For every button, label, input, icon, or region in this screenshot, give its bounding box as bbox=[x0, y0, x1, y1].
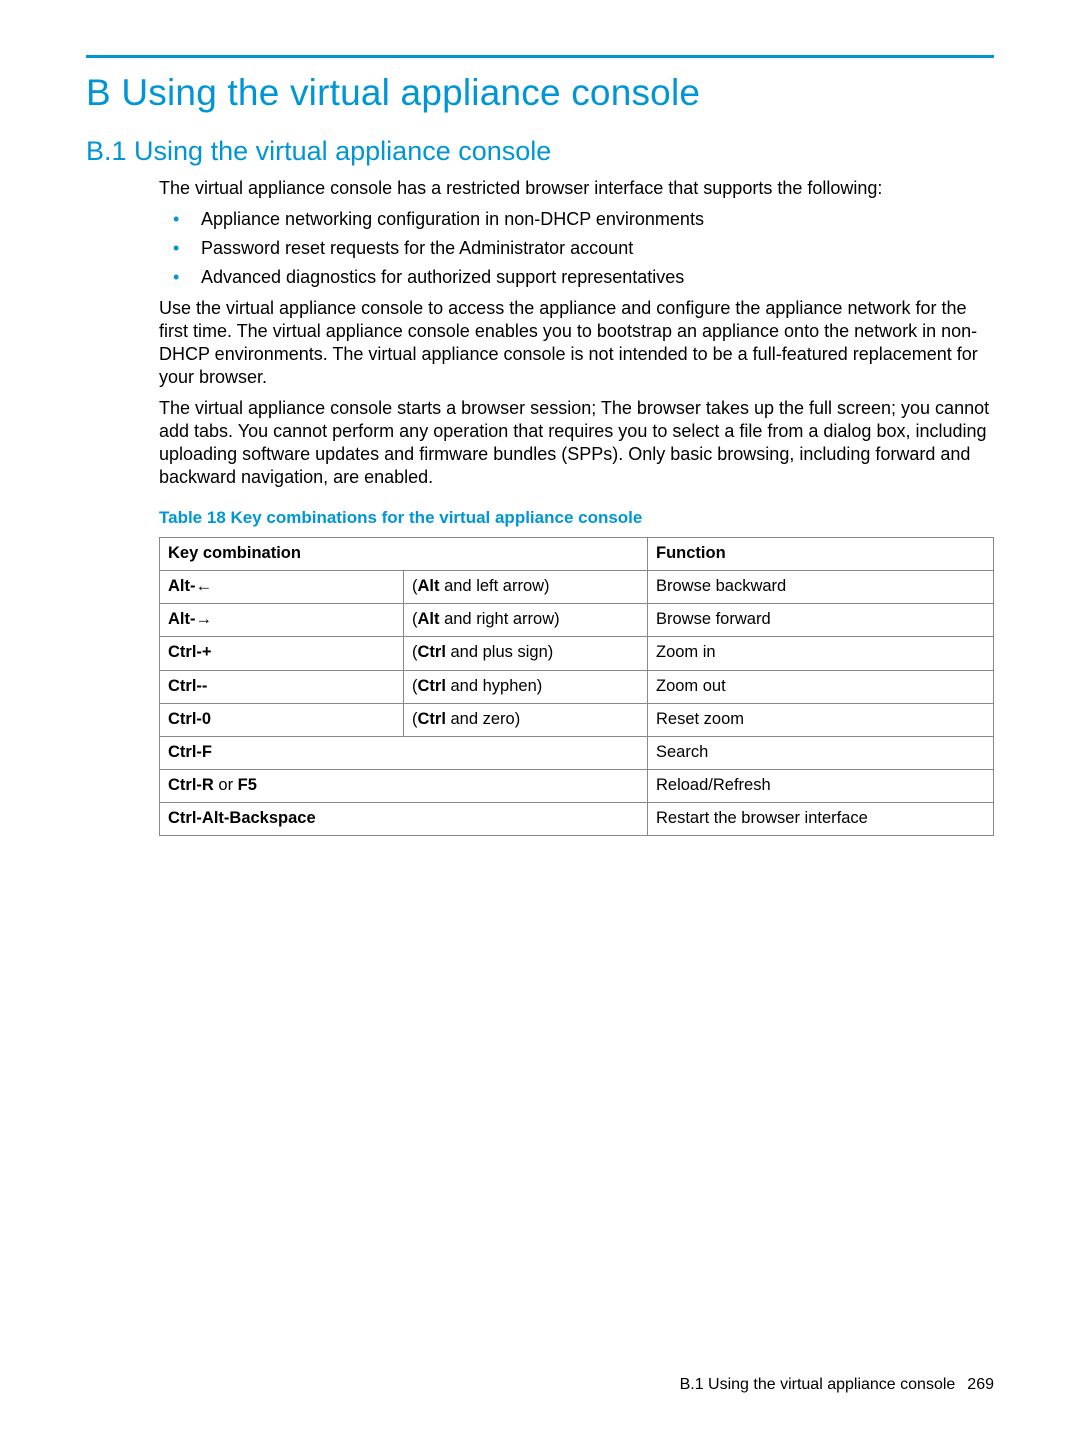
paragraph: Use the virtual appliance console to acc… bbox=[159, 297, 994, 389]
key-tail: ← bbox=[196, 577, 213, 595]
desc-bold: Ctrl bbox=[418, 677, 446, 695]
key-bold: Alt- bbox=[168, 610, 196, 628]
func-cell: Search bbox=[648, 736, 994, 769]
desc-suffix: and right arrow) bbox=[440, 610, 560, 628]
table-row: Alt-→ (Alt and right arrow) Browse forwa… bbox=[160, 604, 994, 637]
paragraph: The virtual appliance console starts a b… bbox=[159, 397, 994, 489]
key-bold: Ctrl-+ bbox=[168, 643, 212, 661]
key-bold: Ctrl-F bbox=[168, 743, 212, 761]
key-cell: Alt-← bbox=[160, 571, 404, 604]
section-label: B.1 bbox=[86, 136, 127, 166]
key-cell: Alt-→ bbox=[160, 604, 404, 637]
key-tail: → bbox=[196, 610, 213, 628]
page-footer: B.1 Using the virtual appliance console 2… bbox=[680, 1376, 994, 1394]
table-row: Ctrl-R or F5 Reload/Refresh bbox=[160, 769, 994, 802]
key-cell: Ctrl-+ bbox=[160, 637, 404, 670]
section-title: B.1 Using the virtual appliance console bbox=[86, 136, 994, 167]
desc-suffix: and plus sign) bbox=[446, 643, 553, 661]
desc-bold: Alt bbox=[418, 577, 440, 595]
key-cell: Ctrl-- bbox=[160, 670, 404, 703]
list-item-text: Advanced diagnostics for authorized supp… bbox=[201, 267, 684, 287]
page-content: B Using the virtual appliance console B.… bbox=[86, 55, 994, 836]
func-cell: Zoom out bbox=[648, 670, 994, 703]
key-bold: Alt- bbox=[168, 577, 196, 595]
table-row: Ctrl-Alt-Backspace Restart the browser i… bbox=[160, 803, 994, 836]
desc-suffix: and left arrow) bbox=[440, 577, 550, 595]
intro-paragraph: The virtual appliance console has a rest… bbox=[159, 177, 994, 200]
top-rule bbox=[86, 55, 994, 58]
table-caption: Table 18 Key combinations for the virtua… bbox=[159, 507, 994, 529]
key-bold: Ctrl-- bbox=[168, 677, 207, 695]
desc-suffix: and hyphen) bbox=[446, 677, 542, 695]
func-cell: Reset zoom bbox=[648, 703, 994, 736]
func-cell: Restart the browser interface bbox=[648, 803, 994, 836]
key-desc-cell: (Alt and left arrow) bbox=[404, 571, 648, 604]
func-cell: Browse backward bbox=[648, 571, 994, 604]
key-desc-cell: (Alt and right arrow) bbox=[404, 604, 648, 637]
table-header-key: Key combination bbox=[160, 538, 648, 571]
key-mid: or bbox=[214, 776, 238, 794]
section-title-text: Using the virtual appliance console bbox=[134, 136, 551, 166]
key-desc-cell: (Ctrl and zero) bbox=[404, 703, 648, 736]
body-block: The virtual appliance console has a rest… bbox=[159, 177, 994, 836]
key-bold2: F5 bbox=[238, 776, 257, 794]
table-row: Ctrl-- (Ctrl and hyphen) Zoom out bbox=[160, 670, 994, 703]
footer-section: B.1 Using the virtual appliance console bbox=[680, 1376, 956, 1393]
appendix-label: B bbox=[86, 72, 111, 113]
desc-suffix: and zero) bbox=[446, 710, 520, 728]
footer-page-number: 269 bbox=[967, 1376, 994, 1393]
table-row: Ctrl-0 (Ctrl and zero) Reset zoom bbox=[160, 703, 994, 736]
feature-list: Appliance networking configuration in no… bbox=[159, 208, 994, 289]
list-item-text: Appliance networking configuration in no… bbox=[201, 209, 704, 229]
key-desc-cell: (Ctrl and plus sign) bbox=[404, 637, 648, 670]
key-cell: Ctrl-R or F5 bbox=[160, 769, 648, 802]
key-bold: Ctrl-0 bbox=[168, 710, 211, 728]
list-item: Appliance networking configuration in no… bbox=[159, 208, 994, 231]
list-item: Password reset requests for the Administ… bbox=[159, 237, 994, 260]
list-item-text: Password reset requests for the Administ… bbox=[201, 238, 633, 258]
key-cell: Ctrl-F bbox=[160, 736, 648, 769]
key-bold: Ctrl-R bbox=[168, 776, 214, 794]
key-desc-cell: (Ctrl and hyphen) bbox=[404, 670, 648, 703]
table-header-row: Key combination Function bbox=[160, 538, 994, 571]
func-cell: Zoom in bbox=[648, 637, 994, 670]
key-bold: Ctrl-Alt-Backspace bbox=[168, 809, 316, 827]
list-item: Advanced diagnostics for authorized supp… bbox=[159, 266, 994, 289]
table-row: Alt-← (Alt and left arrow) Browse backwa… bbox=[160, 571, 994, 604]
func-cell: Browse forward bbox=[648, 604, 994, 637]
appendix-title: B Using the virtual appliance console bbox=[86, 72, 994, 114]
table-row: Ctrl-F Search bbox=[160, 736, 994, 769]
table-row: Ctrl-+ (Ctrl and plus sign) Zoom in bbox=[160, 637, 994, 670]
key-cell: Ctrl-Alt-Backspace bbox=[160, 803, 648, 836]
desc-bold: Alt bbox=[418, 610, 440, 628]
desc-bold: Ctrl bbox=[418, 710, 446, 728]
desc-bold: Ctrl bbox=[418, 643, 446, 661]
appendix-title-text: Using the virtual appliance console bbox=[121, 72, 700, 113]
key-cell: Ctrl-0 bbox=[160, 703, 404, 736]
table-header-function: Function bbox=[648, 538, 994, 571]
key-combinations-table: Key combination Function Alt-← (Alt and … bbox=[159, 537, 994, 836]
func-cell: Reload/Refresh bbox=[648, 769, 994, 802]
